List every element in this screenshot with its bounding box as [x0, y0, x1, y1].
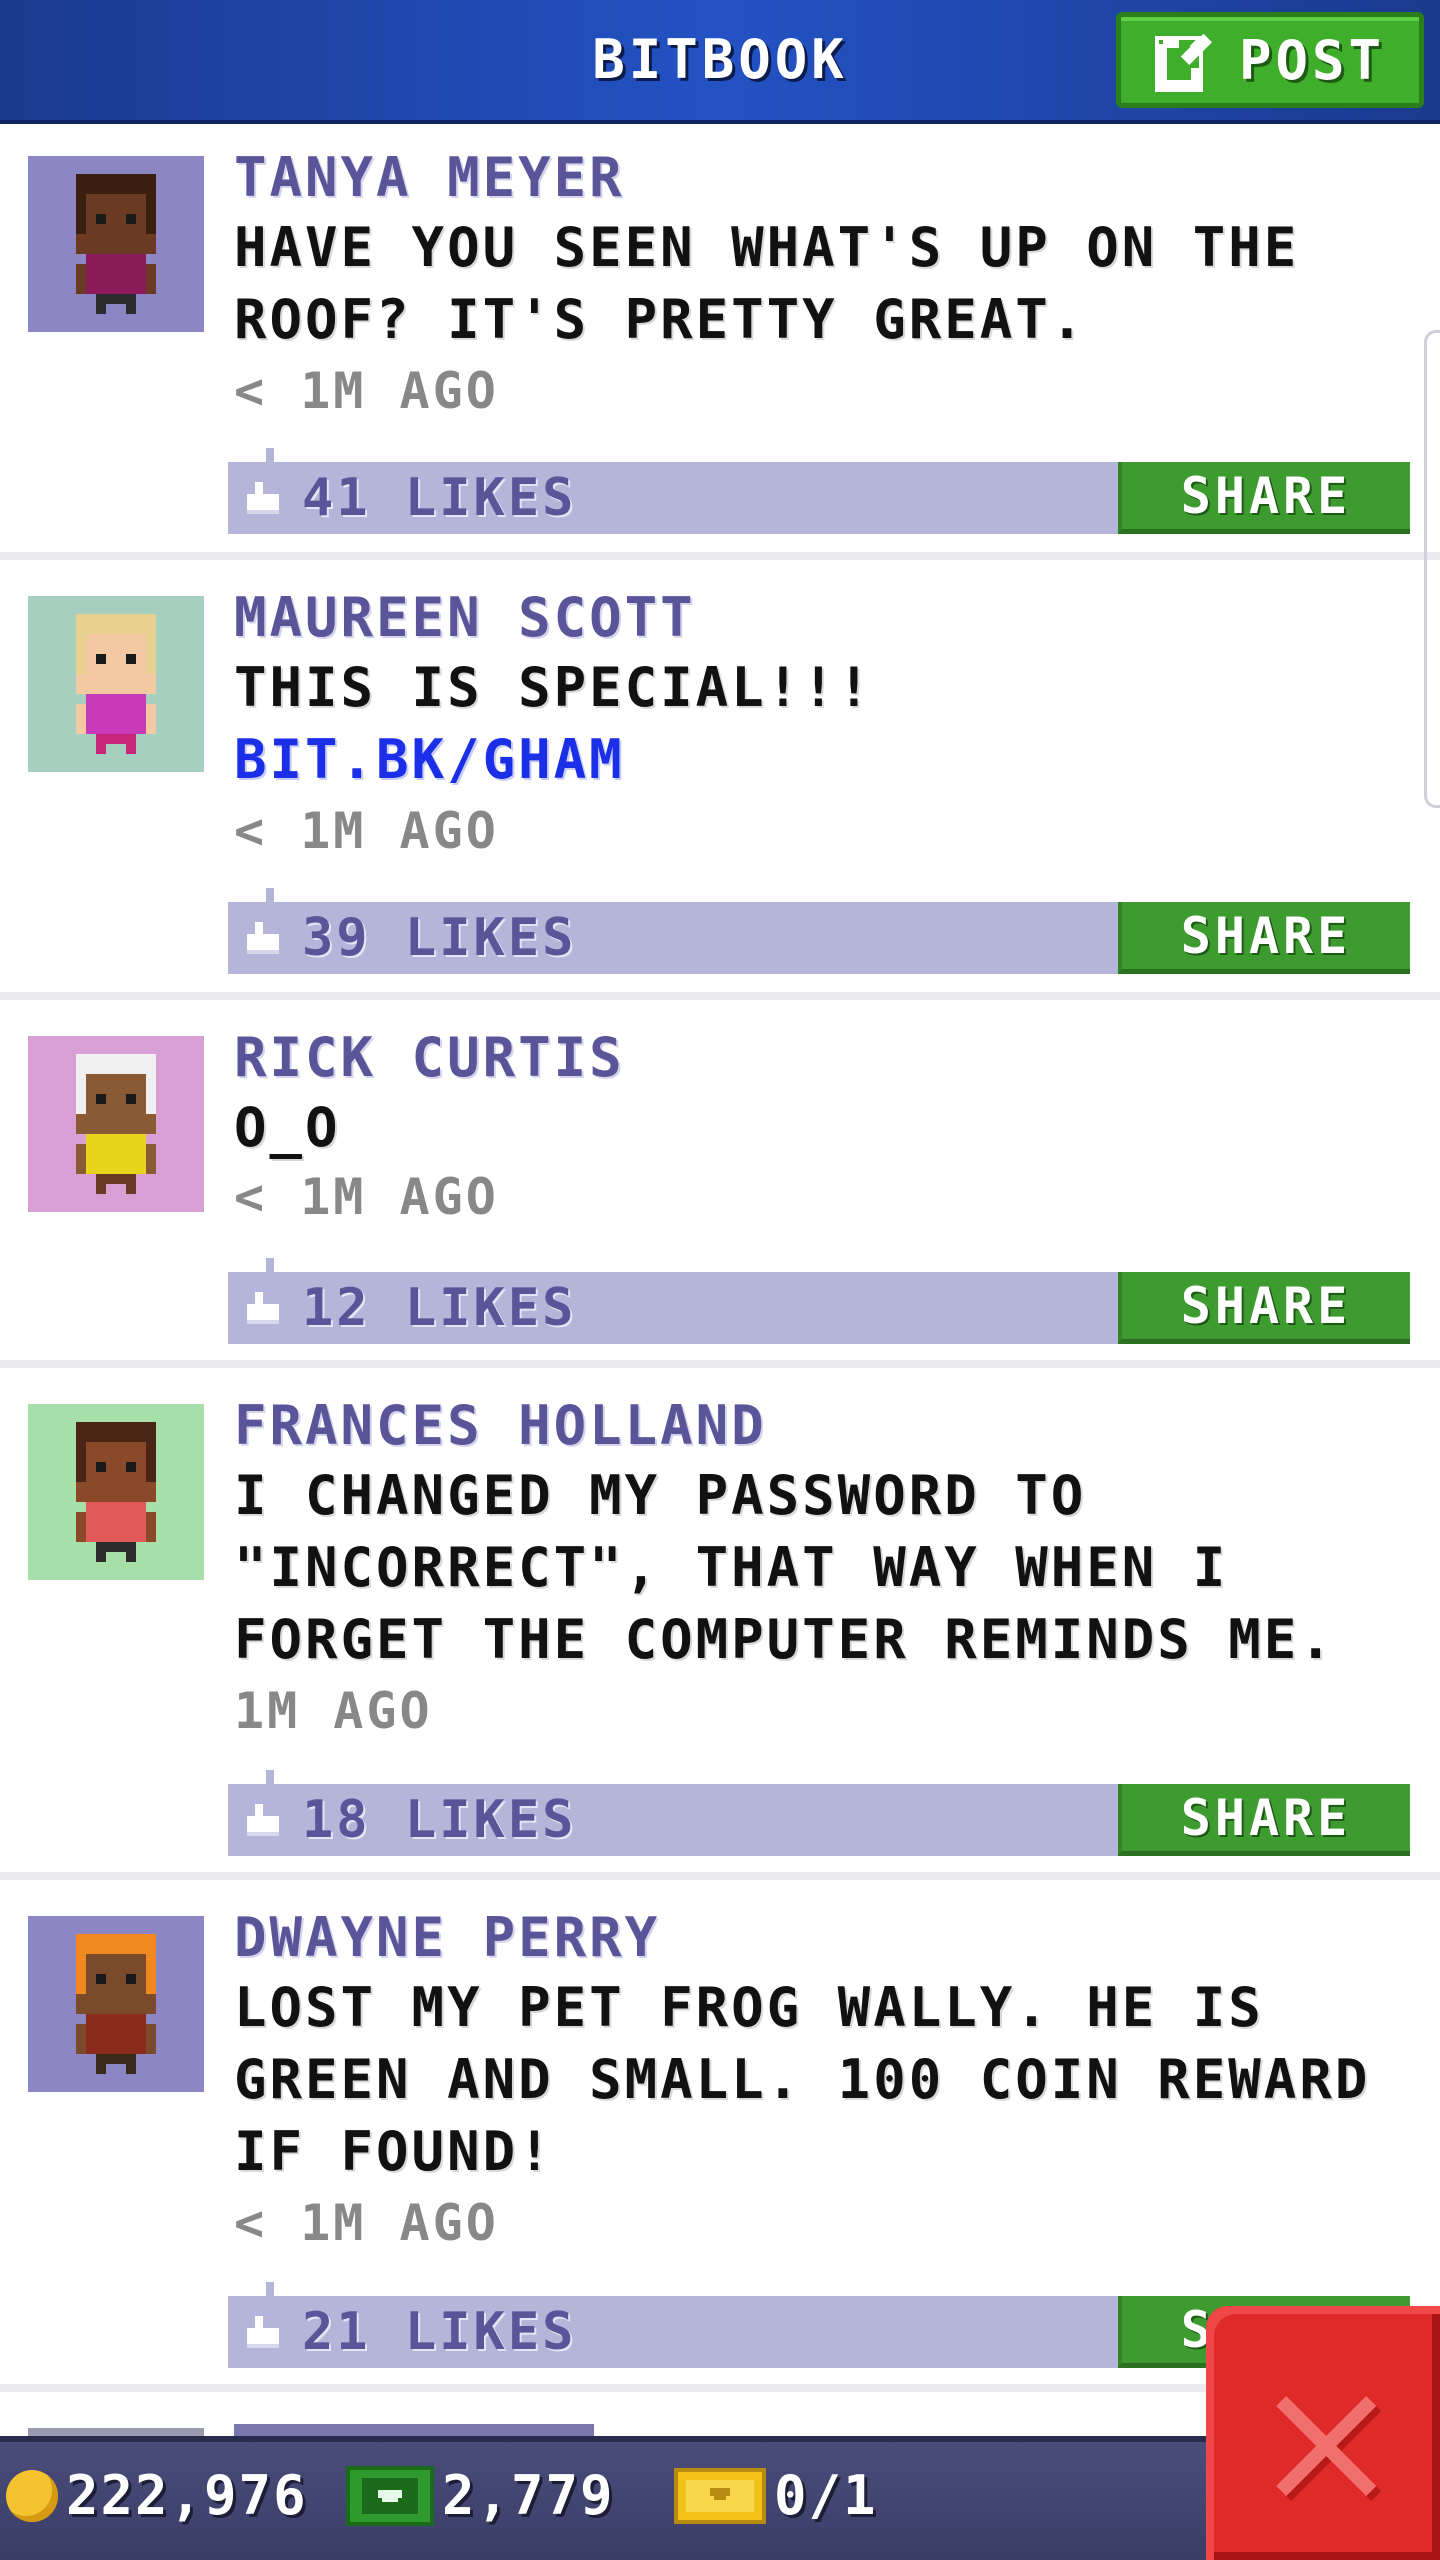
ticket-icon: [674, 2467, 766, 2524]
avatar[interactable]: [28, 156, 204, 332]
thumbs-up-icon[interactable]: [242, 1800, 284, 1840]
post-text: IF FOUND!: [234, 2120, 554, 2183]
bux-count: 2,779: [442, 2464, 615, 2527]
share-button[interactable]: SHARE: [1118, 462, 1410, 534]
thumbs-up-icon[interactable]: [242, 918, 284, 958]
edit-icon: [1154, 33, 1212, 92]
share-button[interactable]: SHARE: [1118, 1784, 1410, 1856]
likes-count: 12 LIKES: [302, 1278, 577, 1338]
close-icon: [1276, 2396, 1381, 2501]
avatar-figure: [76, 1054, 156, 1194]
post-timestamp: < 1M AGO: [234, 1168, 499, 1226]
scrollbar[interactable]: [1424, 330, 1440, 808]
post-button[interactable]: POST: [1116, 12, 1424, 108]
share-button[interactable]: SHARE: [1118, 1272, 1410, 1344]
tickets-stat: 0/1: [674, 2464, 878, 2527]
post-timestamp: < 1M AGO: [234, 2194, 499, 2252]
post-timestamp: 1M AGO: [234, 1682, 433, 1740]
bux-stat: 2,779: [346, 2464, 615, 2527]
thumbs-up-icon[interactable]: [242, 1288, 284, 1328]
likes-bar: 41 LIKES SHARE: [228, 448, 1410, 534]
likes-bar: 18 LIKES SHARE: [228, 1770, 1410, 1856]
bux-icon: [346, 2465, 434, 2526]
feed-post: TANYA MEYER HAVE YOU SEEN WHAT'S UP ON T…: [0, 128, 1440, 560]
post-author[interactable]: DWAYNE PERRY: [234, 1906, 660, 1969]
close-button[interactable]: [1206, 2306, 1440, 2560]
coin-icon: [6, 2469, 58, 2522]
avatar-figure: [76, 174, 156, 314]
top-header: BITBOOK POST: [0, 0, 1440, 124]
post-timestamp: < 1M AGO: [234, 802, 499, 860]
post-link[interactable]: BIT.BK/GHAM: [234, 728, 625, 791]
post-button-label: POST: [1238, 28, 1386, 92]
post-text: HAVE YOU SEEN WHAT'S UP ON THE: [234, 216, 1300, 279]
avatar[interactable]: [28, 1036, 204, 1212]
coins-count: 222,976: [66, 2464, 308, 2527]
feed-post: RICK CURTIS O_O < 1M AGO 12 LIKES SHARE: [0, 1008, 1440, 1368]
avatar: [28, 2428, 204, 2436]
post-text: I CHANGED MY PASSWORD TO: [234, 1464, 1087, 1527]
likes-bar: 39 LIKES SHARE: [228, 888, 1410, 974]
coins-stat: 222,976: [6, 2464, 308, 2527]
post-author[interactable]: FRANCES HOLLAND: [234, 1394, 767, 1457]
likes-count: 18 LIKES: [302, 1790, 577, 1850]
post-text: ROOF? IT'S PRETTY GREAT.: [234, 288, 1087, 351]
post-author: [234, 2424, 594, 2436]
post-text: THIS IS SPECIAL!!!: [234, 656, 874, 719]
avatar-figure: [76, 614, 156, 754]
post-text: O_O: [234, 1096, 341, 1159]
feed-post: MAUREEN SCOTT THIS IS SPECIAL!!! BIT.BK/…: [0, 568, 1440, 1000]
feed-post: FRANCES HOLLAND I CHANGED MY PASSWORD TO…: [0, 1376, 1440, 1880]
post-author[interactable]: TANYA MEYER: [234, 146, 625, 209]
post-author[interactable]: MAUREEN SCOTT: [234, 586, 696, 649]
avatar[interactable]: [28, 596, 204, 772]
likes-count: 41 LIKES: [302, 468, 577, 528]
post-text: FORGET THE COMPUTER REMINDS ME.: [234, 1608, 1335, 1671]
post-text: "INCORRECT", THAT WAY WHEN I: [234, 1536, 1229, 1599]
tickets-count: 0/1: [774, 2464, 878, 2527]
thumbs-up-icon[interactable]: [242, 478, 284, 518]
avatar-figure: [76, 1422, 156, 1562]
likes-count: 39 LIKES: [302, 908, 577, 968]
share-button[interactable]: SHARE: [1118, 902, 1410, 974]
avatar[interactable]: [28, 1404, 204, 1580]
post-timestamp: < 1M AGO: [234, 362, 499, 420]
likes-count: 21 LIKES: [302, 2302, 577, 2362]
thumbs-up-icon[interactable]: [242, 2312, 284, 2352]
likes-bar: 12 LIKES SHARE: [228, 1258, 1410, 1344]
post-author[interactable]: RICK CURTIS: [234, 1026, 625, 1089]
avatar[interactable]: [28, 1916, 204, 2092]
post-text: GREEN AND SMALL. 100 COIN REWARD: [234, 2048, 1371, 2111]
post-text: LOST MY PET FROG WALLY. HE IS: [234, 1976, 1264, 2039]
avatar-figure: [76, 1934, 156, 2074]
